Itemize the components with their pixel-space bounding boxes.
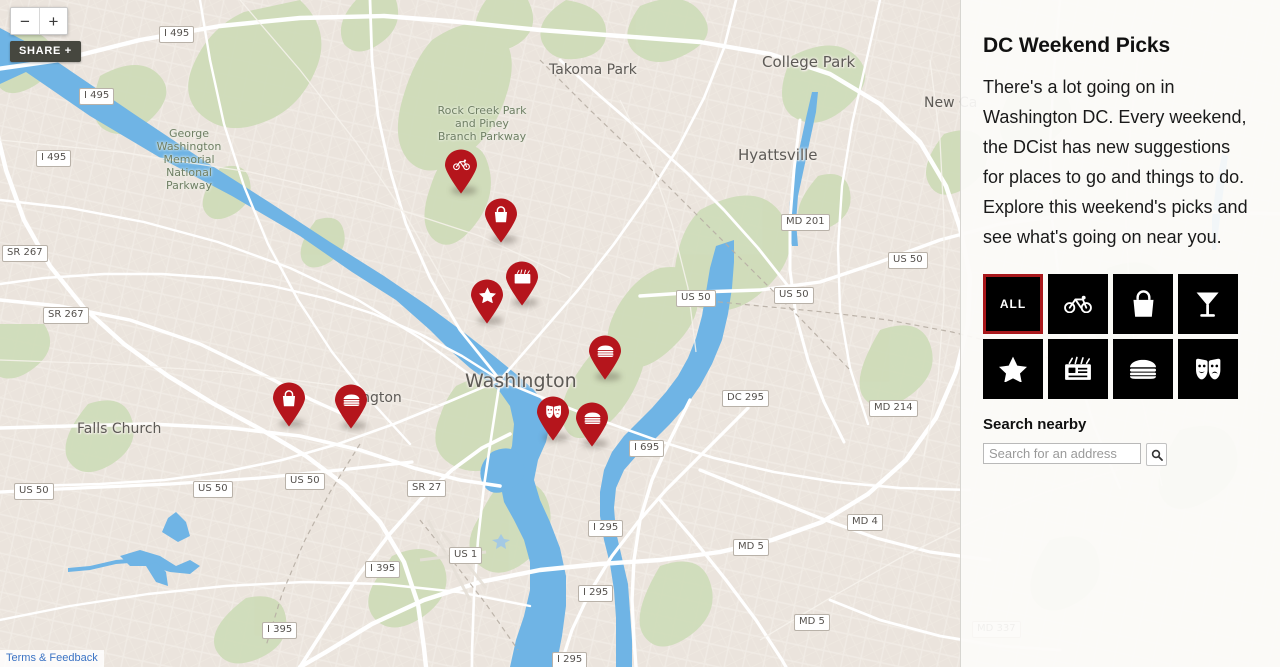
category-cell — [1113, 274, 1178, 339]
category-cell — [1178, 339, 1243, 404]
category-cell — [1048, 339, 1113, 404]
sidebar-panel: DC Weekend Picks There's a lot going on … — [960, 0, 1280, 667]
category-label-all: ALL — [999, 297, 1027, 311]
category-cell — [1048, 274, 1113, 339]
panel-description: There's a lot going on in Washington DC.… — [983, 77, 1248, 247]
zoom-controls: − + — [10, 7, 68, 35]
page-title: DC Weekend Picks — [983, 34, 1171, 57]
shopping-bag-icon — [1132, 290, 1155, 318]
zoom-in-button[interactable]: + — [39, 8, 67, 34]
category-button-food[interactable] — [1113, 339, 1173, 399]
zoom-out-button[interactable]: − — [11, 8, 39, 34]
map-marker[interactable] — [470, 279, 504, 325]
search-icon — [1151, 449, 1163, 461]
category-cell — [1113, 339, 1178, 404]
map-marker[interactable] — [484, 198, 518, 244]
burger-icon — [1129, 359, 1157, 379]
map-marker[interactable] — [536, 396, 570, 442]
map-marker[interactable] — [575, 402, 609, 448]
category-button-all[interactable]: ALL — [983, 274, 1043, 334]
category-cell — [983, 339, 1048, 404]
star-icon — [999, 356, 1027, 383]
map-marker[interactable] — [444, 149, 478, 195]
map-marker[interactable] — [334, 384, 368, 430]
cocktail-icon — [1195, 290, 1220, 318]
category-button-featured[interactable] — [983, 339, 1043, 399]
map-marker-pin-shape — [272, 382, 306, 427]
map-marker-pin-shape — [575, 402, 609, 447]
category-cell — [1178, 274, 1243, 339]
search-row — [983, 443, 1256, 466]
map-marker-pin-shape — [334, 384, 368, 429]
theater-masks-icon — [1194, 358, 1222, 381]
map-marker-pin-shape — [505, 261, 539, 306]
map-application: Rock Creek Park and Piney Branch Parkway… — [0, 0, 1280, 667]
map-marker-pin-shape — [484, 198, 518, 243]
category-button-drinks[interactable] — [1178, 274, 1238, 334]
map-marker-pin-shape — [444, 149, 478, 194]
search-nearby-heading: Search nearby — [983, 416, 1087, 433]
map-marker-pin-shape — [588, 335, 622, 380]
map-marker-pin-shape — [470, 279, 504, 324]
search-submit-button[interactable] — [1146, 443, 1167, 466]
map-marker[interactable] — [272, 382, 306, 428]
ticket-icon — [1064, 356, 1092, 381]
category-button-shopping[interactable] — [1113, 274, 1173, 334]
share-button[interactable]: SHARE + — [10, 41, 81, 62]
map-marker[interactable] — [505, 261, 539, 307]
category-cell: ALL — [983, 274, 1048, 339]
map-marker[interactable] — [588, 335, 622, 381]
search-input[interactable] — [983, 443, 1141, 464]
category-button-movies[interactable] — [1048, 339, 1108, 399]
bicycle-icon — [1064, 295, 1092, 314]
map-marker-pin-shape — [536, 396, 570, 441]
terms-and-feedback-link[interactable]: Terms & Feedback — [0, 650, 104, 667]
category-filter-grid: ALL — [983, 274, 1243, 404]
category-button-theater[interactable] — [1178, 339, 1238, 399]
category-button-biking[interactable] — [1048, 274, 1108, 334]
